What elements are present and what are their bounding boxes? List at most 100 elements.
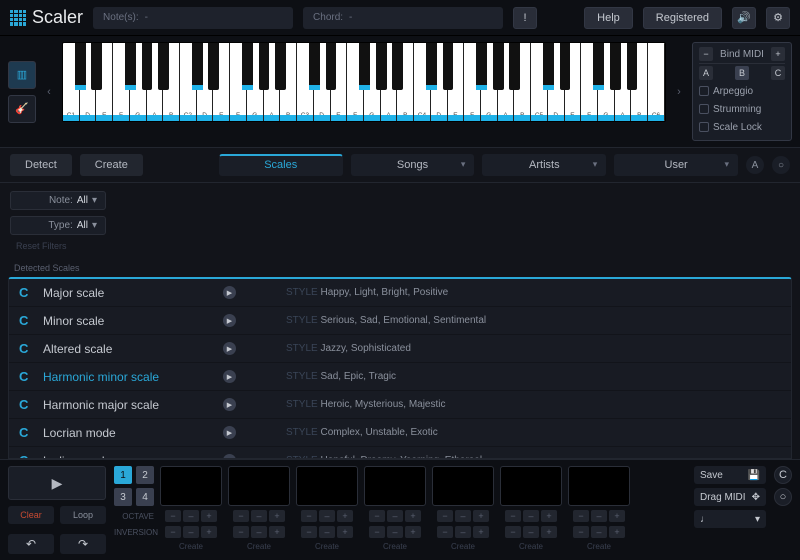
tab-scales[interactable]: Scales bbox=[219, 154, 343, 176]
white-key[interactable]: A bbox=[381, 43, 398, 121]
play-scale-button[interactable]: ▶ bbox=[223, 342, 236, 355]
white-key[interactable]: C6 bbox=[648, 43, 665, 121]
guitar-view-button[interactable]: 🎸 bbox=[8, 95, 36, 123]
octave-step[interactable]: − bbox=[505, 510, 521, 522]
chord-pad[interactable] bbox=[228, 466, 290, 506]
inversion-step[interactable]: + bbox=[541, 526, 557, 538]
inversion-step[interactable]: − bbox=[573, 526, 589, 538]
white-key[interactable]: A bbox=[147, 43, 164, 121]
create-chord-button[interactable]: Create bbox=[296, 542, 358, 551]
tab-songs[interactable]: Songs▾ bbox=[351, 154, 475, 176]
octave-step[interactable]: – bbox=[251, 510, 267, 522]
octave-step[interactable]: – bbox=[183, 510, 199, 522]
play-scale-button[interactable]: ▶ bbox=[223, 370, 236, 383]
white-key[interactable]: F bbox=[113, 43, 130, 121]
inversion-step[interactable]: + bbox=[609, 526, 625, 538]
chord-pad[interactable] bbox=[364, 466, 426, 506]
inversion-step[interactable]: – bbox=[319, 526, 335, 538]
white-key[interactable]: G bbox=[247, 43, 264, 121]
white-key[interactable]: D bbox=[314, 43, 331, 121]
white-key[interactable]: D bbox=[548, 43, 565, 121]
chord-pad[interactable] bbox=[160, 466, 222, 506]
white-key[interactable]: A bbox=[264, 43, 281, 121]
octave-step[interactable]: – bbox=[455, 510, 471, 522]
octave-step[interactable]: − bbox=[437, 510, 453, 522]
white-key[interactable]: C3 bbox=[297, 43, 314, 121]
chord-pad[interactable] bbox=[500, 466, 562, 506]
play-scale-button[interactable]: ▶ bbox=[223, 398, 236, 411]
white-key[interactable]: C2 bbox=[180, 43, 197, 121]
section-target-button[interactable]: C bbox=[774, 466, 792, 484]
bind-option-scale-lock[interactable]: Scale Lock bbox=[699, 118, 785, 136]
inversion-step[interactable]: – bbox=[591, 526, 607, 538]
white-key[interactable]: B bbox=[397, 43, 414, 121]
clear-button[interactable]: Clear bbox=[8, 506, 54, 524]
tab-artists[interactable]: Artists▾ bbox=[482, 154, 606, 176]
octave-step[interactable]: − bbox=[573, 510, 589, 522]
section-letter-button[interactable]: A bbox=[746, 156, 764, 174]
help-button[interactable]: Help bbox=[584, 7, 633, 29]
save-button[interactable]: Save💾 bbox=[694, 466, 766, 484]
white-key[interactable]: G bbox=[364, 43, 381, 121]
white-key[interactable]: D bbox=[80, 43, 97, 121]
tab-detect[interactable]: Detect bbox=[10, 154, 72, 176]
section-target-add[interactable]: ○ bbox=[774, 488, 792, 506]
pad-page-3[interactable]: 3 bbox=[114, 488, 132, 506]
chord-pad[interactable] bbox=[568, 466, 630, 506]
notes-display[interactable]: Note(s): - bbox=[93, 7, 293, 29]
inversion-step[interactable]: − bbox=[301, 526, 317, 538]
scale-row[interactable]: CHarmonic minor scale▶STYLE Sad, Epic, T… bbox=[9, 363, 791, 391]
loop-button[interactable]: Loop bbox=[60, 506, 106, 524]
inversion-step[interactable]: − bbox=[505, 526, 521, 538]
create-chord-button[interactable]: Create bbox=[228, 542, 290, 551]
octave-step[interactable]: – bbox=[319, 510, 335, 522]
white-key[interactable]: C4 bbox=[414, 43, 431, 121]
inversion-step[interactable]: – bbox=[523, 526, 539, 538]
inversion-step[interactable]: − bbox=[369, 526, 385, 538]
timing-button[interactable]: ♩▾ bbox=[694, 510, 766, 528]
octave-step[interactable]: + bbox=[541, 510, 557, 522]
white-key[interactable]: A bbox=[615, 43, 632, 121]
white-key[interactable]: E bbox=[213, 43, 230, 121]
create-chord-button[interactable]: Create bbox=[568, 542, 630, 551]
keyboard-scroll-right[interactable]: › bbox=[672, 42, 686, 141]
piano-keyboard[interactable]: C1DEFGABC2DEFGABC3DEFGABC4DEFGABC5DEFGAB… bbox=[62, 42, 666, 122]
pad-page-2[interactable]: 2 bbox=[136, 466, 154, 484]
white-key[interactable]: F bbox=[464, 43, 481, 121]
octave-step[interactable]: − bbox=[165, 510, 181, 522]
white-key[interactable]: B bbox=[631, 43, 648, 121]
section-add-button[interactable]: ○ bbox=[772, 156, 790, 174]
bind-page-b[interactable]: B bbox=[735, 66, 749, 80]
octave-step[interactable]: + bbox=[609, 510, 625, 522]
play-scale-button[interactable]: ▶ bbox=[223, 426, 236, 439]
checkbox[interactable] bbox=[699, 86, 709, 96]
octave-step[interactable]: + bbox=[269, 510, 285, 522]
white-key[interactable]: E bbox=[448, 43, 465, 121]
scale-row[interactable]: CMajor scale▶STYLE Happy, Light, Bright,… bbox=[9, 279, 791, 307]
inversion-step[interactable]: – bbox=[183, 526, 199, 538]
settings-button[interactable]: ⚙ bbox=[766, 7, 790, 29]
create-chord-button[interactable]: Create bbox=[364, 542, 426, 551]
scale-row[interactable]: CHarmonic major scale▶STYLE Heroic, Myst… bbox=[9, 391, 791, 419]
inversion-step[interactable]: – bbox=[387, 526, 403, 538]
octave-step[interactable]: – bbox=[591, 510, 607, 522]
pad-page-4[interactable]: 4 bbox=[136, 488, 154, 506]
inversion-step[interactable]: − bbox=[437, 526, 453, 538]
octave-step[interactable]: + bbox=[201, 510, 217, 522]
inversion-step[interactable]: – bbox=[455, 526, 471, 538]
inversion-step[interactable]: + bbox=[269, 526, 285, 538]
piano-view-button[interactable]: ▥ bbox=[8, 61, 36, 89]
registered-button[interactable]: Registered bbox=[643, 7, 722, 29]
white-key[interactable]: G bbox=[481, 43, 498, 121]
inversion-step[interactable]: + bbox=[405, 526, 421, 538]
octave-step[interactable]: – bbox=[523, 510, 539, 522]
create-chord-button[interactable]: Create bbox=[160, 542, 222, 551]
white-key[interactable]: G bbox=[130, 43, 147, 121]
play-scale-button[interactable]: ▶ bbox=[223, 454, 236, 459]
white-key[interactable]: A bbox=[498, 43, 515, 121]
white-key[interactable]: D bbox=[431, 43, 448, 121]
white-key[interactable]: B bbox=[163, 43, 180, 121]
octave-step[interactable]: + bbox=[337, 510, 353, 522]
octave-step[interactable]: − bbox=[233, 510, 249, 522]
octave-step[interactable]: – bbox=[387, 510, 403, 522]
